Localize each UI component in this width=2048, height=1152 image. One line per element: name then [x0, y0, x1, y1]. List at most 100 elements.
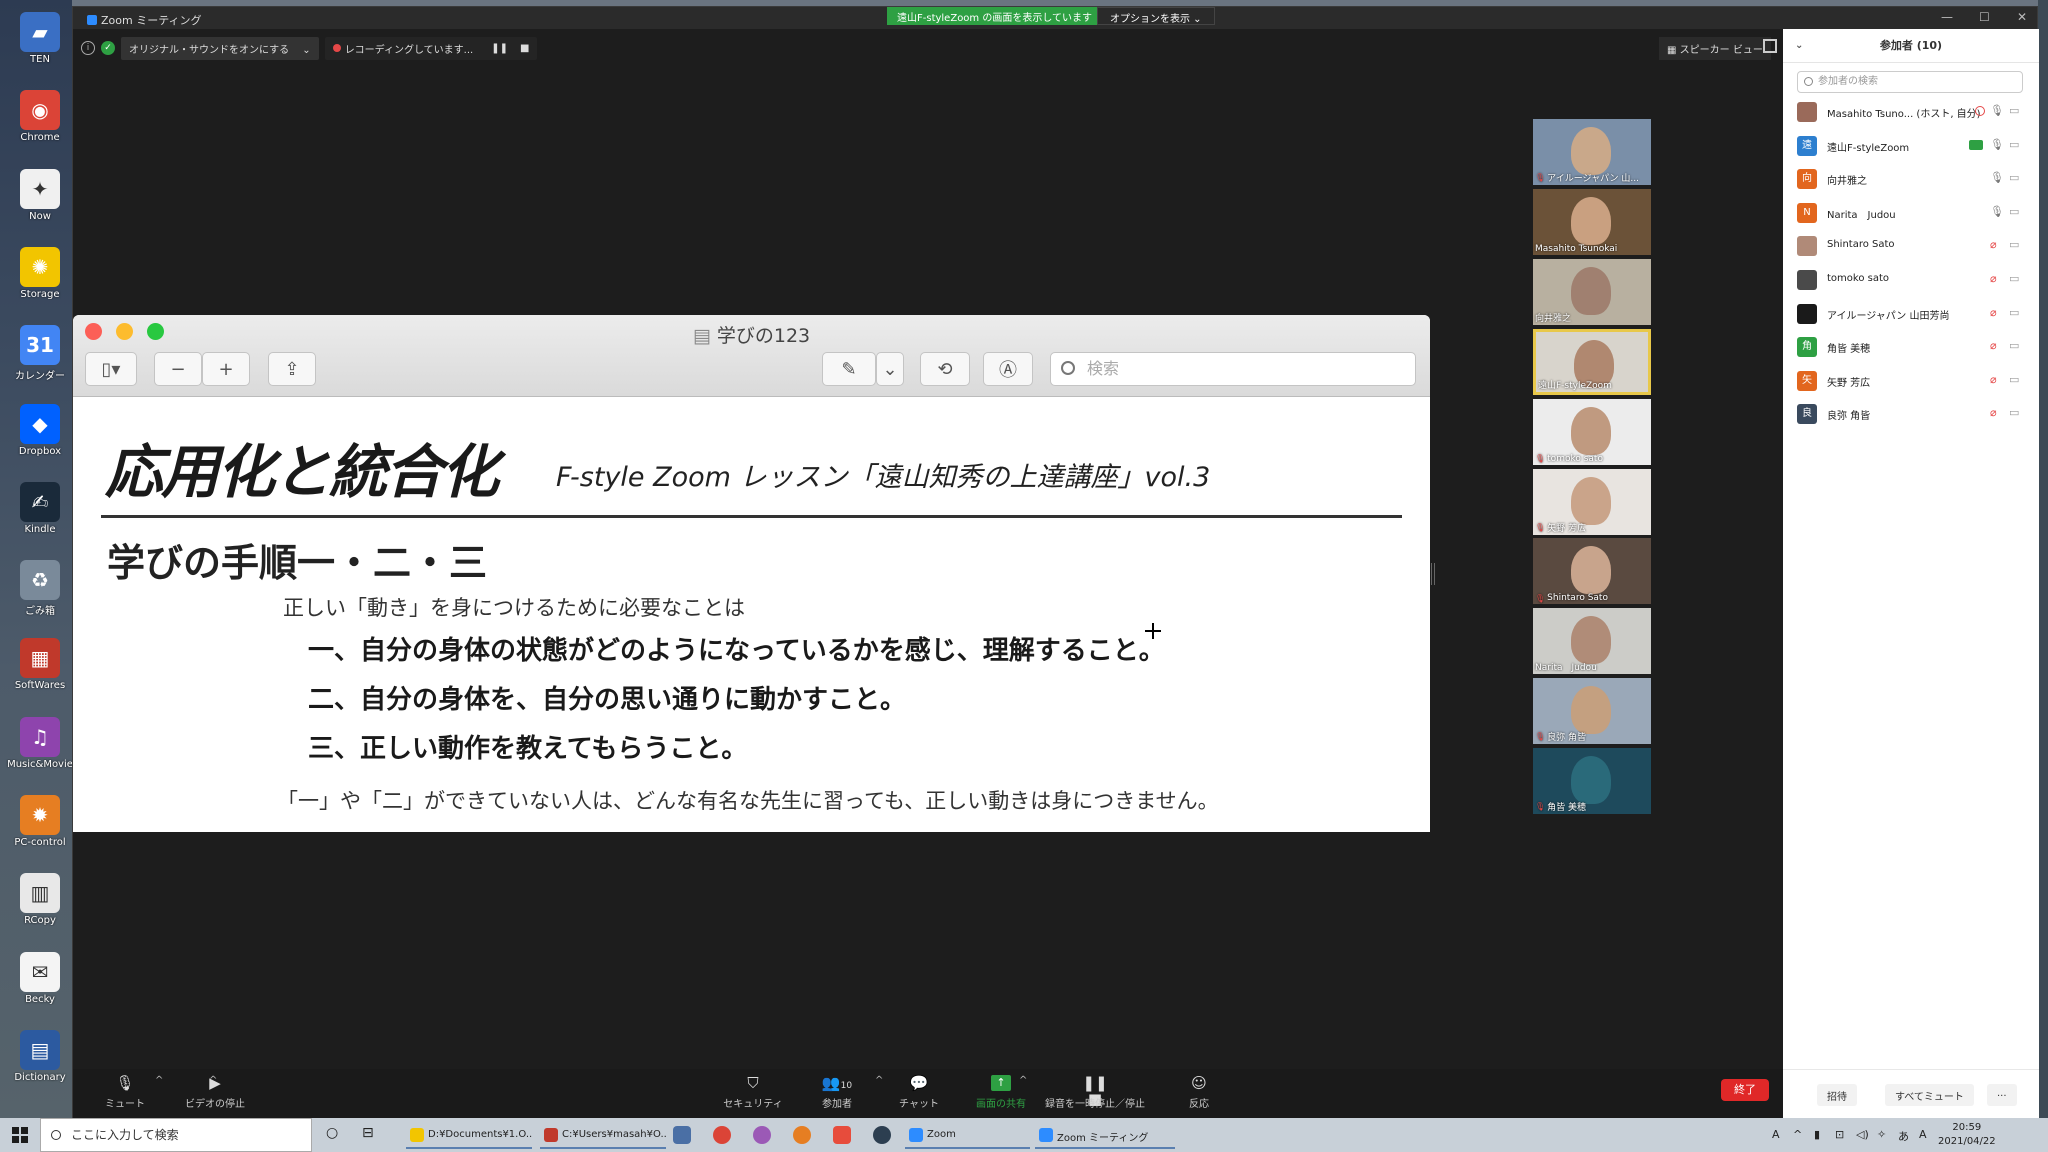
- task-view-icon[interactable]: ⊟: [362, 1125, 374, 1141]
- rotate-button[interactable]: ⟲: [920, 352, 970, 386]
- video-camera-icon[interactable]: ▭: [2009, 238, 2019, 251]
- participant-video-tile[interactable]: 🎙 良弥 角皆: [1533, 678, 1651, 745]
- video-camera-icon[interactable]: ▭: [2009, 205, 2019, 218]
- video-camera-icon[interactable]: ▭: [2009, 373, 2019, 386]
- system-tray-icon[interactable]: ^: [1793, 1128, 1802, 1141]
- system-tray-icon[interactable]: A: [1772, 1128, 1780, 1141]
- participant-video-tile[interactable]: 🎙 Shintaro Sato: [1533, 538, 1651, 605]
- preview-search-input[interactable]: 検索: [1050, 352, 1416, 386]
- windows-start-icon[interactable]: [12, 1127, 28, 1143]
- desktop-icon[interactable]: ✦ Now: [4, 163, 76, 241]
- share-screen-button[interactable]: ↑ 画面の共有: [961, 1075, 1041, 1110]
- desktop-icon[interactable]: ▦ SoftWares: [4, 632, 76, 710]
- microphone-icon[interactable]: 🎙: [1990, 138, 2004, 151]
- minimize-button[interactable]: —: [1941, 10, 1953, 24]
- video-camera-icon[interactable]: ▭: [2009, 104, 2019, 117]
- microphone-icon[interactable]: 🎙: [1990, 104, 2004, 117]
- desktop-icon[interactable]: ◉ Chrome: [4, 84, 76, 162]
- video-camera-icon[interactable]: ▭: [2009, 339, 2019, 352]
- desktop-icon[interactable]: 31 カレンダー: [4, 319, 76, 397]
- mic-muted-icon[interactable]: ⌀: [1990, 339, 1997, 352]
- desktop-icon[interactable]: ✺ Storage: [4, 241, 76, 319]
- stop-recording-icon[interactable]: ■: [520, 43, 529, 54]
- participant-row[interactable]: アイルージャパン 山田芳尚 ⌀ ▭: [1783, 297, 2039, 330]
- participant-video-tile[interactable]: 向井雅之: [1533, 258, 1651, 325]
- more-options-button[interactable]: ...: [1987, 1084, 2017, 1106]
- participant-row[interactable]: 角角皆 美穂 ⌀ ▭: [1783, 330, 2039, 363]
- invite-button[interactable]: 招待: [1817, 1084, 1857, 1106]
- taskbar-app-button[interactable]: C:¥Users¥masah¥O...: [540, 1121, 666, 1149]
- mic-muted-icon[interactable]: ⌀: [1990, 272, 1997, 285]
- markup-button[interactable]: Ⓐ: [983, 352, 1033, 386]
- mute-button[interactable]: 🎙 ミュート: [95, 1075, 155, 1110]
- zoom-in-button[interactable]: +: [202, 352, 250, 386]
- mic-muted-icon[interactable]: ⌀: [1990, 238, 1997, 251]
- system-tray-icon[interactable]: ◁): [1856, 1128, 1869, 1141]
- sidebar-toggle-button[interactable]: ▯▾: [85, 352, 137, 386]
- maximize-button[interactable]: ☐: [1979, 10, 1990, 24]
- taskbar-clock[interactable]: 20:59 2021/04/22: [1938, 1121, 1996, 1149]
- mic-muted-icon[interactable]: ⌀: [1990, 306, 1997, 319]
- participant-search-input[interactable]: 参加者の検索: [1797, 71, 2023, 93]
- music-pinned-icon[interactable]: [753, 1126, 771, 1144]
- mute-all-button[interactable]: すべてミュート: [1885, 1084, 1974, 1106]
- desktop-icon[interactable]: ♻ ごみ箱: [4, 554, 76, 632]
- chat-button[interactable]: 💬 チャット: [879, 1075, 959, 1110]
- participant-row[interactable]: 矢矢野 芳広 ⌀ ▭: [1783, 364, 2039, 397]
- speaker-view-button[interactable]: ▦ スピーカー ビュー: [1659, 37, 1771, 60]
- participant-video-tile[interactable]: Masahito Tsunokai: [1533, 188, 1651, 255]
- audio-options-caret-icon[interactable]: ^: [155, 1075, 163, 1086]
- meeting-info-icon[interactable]: i: [81, 41, 95, 55]
- cortana-circle-icon[interactable]: ○: [326, 1125, 338, 1141]
- system-tray-icon[interactable]: あ: [1898, 1128, 1909, 1144]
- participant-video-tile[interactable]: Narita Judou: [1533, 608, 1651, 675]
- desktop-icon[interactable]: ▰ TEN: [4, 6, 76, 84]
- chevron-down-icon[interactable]: ⌄: [302, 45, 310, 56]
- lock-pinned-icon[interactable]: [873, 1126, 891, 1144]
- security-button[interactable]: ⛉ セキュリティ: [713, 1075, 793, 1110]
- system-tray-icon[interactable]: ✧: [1877, 1128, 1886, 1141]
- desktop-icon[interactable]: ✍ Kindle: [4, 476, 76, 554]
- desktop-icon[interactable]: ✹ PC-control: [4, 789, 76, 867]
- mic-muted-icon[interactable]: ⌀: [1990, 406, 1997, 419]
- taskbar-search-input[interactable]: ここに入力して検索: [40, 1118, 312, 1152]
- taskbar-app-button[interactable]: Zoom: [905, 1121, 1030, 1149]
- microphone-icon[interactable]: 🎙: [1990, 171, 2004, 184]
- desktop-icon[interactable]: ✉ Becky: [4, 946, 76, 1024]
- video-camera-icon[interactable]: ▭: [2009, 138, 2019, 151]
- desktop-icon[interactable]: ◆ Dropbox: [4, 398, 76, 476]
- pause-stop-recording-button[interactable]: ❚❚ ■ 録音を一時停止／停止: [1033, 1075, 1157, 1110]
- participant-video-tile[interactable]: 🎙 矢野 芳広: [1533, 468, 1651, 535]
- system-tray-icon[interactable]: ⊡: [1835, 1128, 1844, 1141]
- desktop-icon[interactable]: ♫ Music&Movie: [4, 711, 76, 789]
- end-meeting-button[interactable]: 終了: [1721, 1079, 1769, 1101]
- participant-row[interactable]: Masahito Tsuno... (ホスト, 自分) 🎙 ▭: [1783, 95, 2039, 128]
- video-camera-icon[interactable]: ▭: [2009, 306, 2019, 319]
- participant-video-tile[interactable]: 🎙 tomoko sato: [1533, 398, 1651, 465]
- pause-recording-icon[interactable]: ❚❚: [491, 43, 508, 54]
- pen-tool-button[interactable]: ✎: [822, 352, 876, 386]
- participant-row[interactable]: 良良弥 角皆 ⌀ ▭: [1783, 397, 2039, 430]
- collapse-chevron-icon[interactable]: ⌄: [1795, 29, 1803, 63]
- resize-handle[interactable]: [1431, 563, 1435, 585]
- desktop-icon[interactable]: ▤ Dictionary: [4, 1024, 76, 1102]
- system-tray-icon[interactable]: ▮: [1814, 1128, 1820, 1141]
- participant-row[interactable]: tomoko sato ⌀ ▭: [1783, 263, 2039, 296]
- reactions-button[interactable]: ☺ 反応: [1169, 1075, 1229, 1110]
- video-options-caret-icon[interactable]: ^: [209, 1075, 217, 1086]
- system-tray-icon[interactable]: A: [1919, 1128, 1927, 1141]
- encryption-shield-icon[interactable]: ✓: [101, 41, 115, 55]
- video-camera-icon[interactable]: ▭: [2009, 406, 2019, 419]
- pen-menu-chevron-icon[interactable]: ⌄: [876, 352, 904, 386]
- video-camera-icon[interactable]: ▭: [2009, 272, 2019, 285]
- participant-video-tile[interactable]: 遠山F-styleZoom: [1533, 328, 1651, 395]
- calculator-pinned-icon[interactable]: [673, 1126, 691, 1144]
- participants-button[interactable]: 👥10 参加者: [797, 1075, 877, 1110]
- app-pinned-icon-2[interactable]: [833, 1126, 851, 1144]
- chrome-pinned-icon[interactable]: [713, 1126, 731, 1144]
- share-button[interactable]: ⇪: [268, 352, 316, 386]
- video-camera-icon[interactable]: ▭: [2009, 171, 2019, 184]
- participant-video-tile[interactable]: 🎙 角皆 美穂: [1533, 748, 1651, 815]
- taskbar-app-button[interactable]: D:¥Documents¥1.O...: [406, 1121, 532, 1149]
- microphone-icon[interactable]: 🎙: [1990, 205, 2004, 218]
